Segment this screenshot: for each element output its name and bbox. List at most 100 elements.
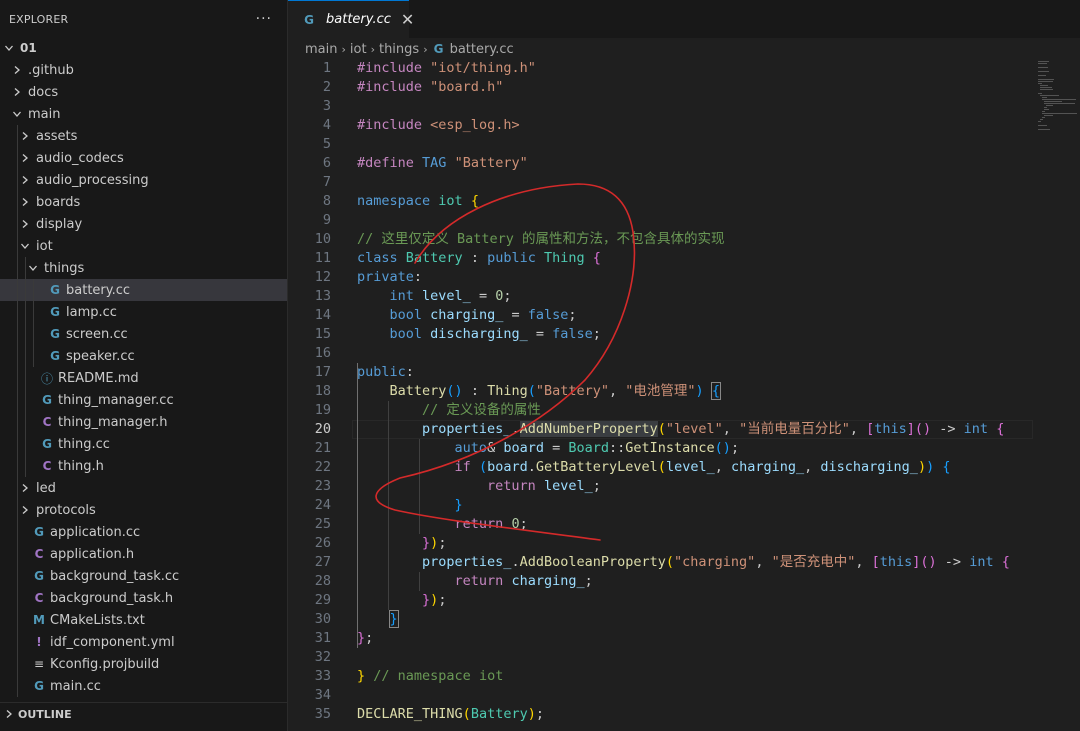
code-line[interactable]: 15 bool discharging_ = false;: [288, 325, 1030, 344]
file-item[interactable]: Capplication.h: [0, 543, 287, 565]
file-item[interactable]: Gmain.cc: [0, 675, 287, 697]
indent-guide: [25, 367, 26, 389]
code-line[interactable]: 20 properties_.AddNumberProperty("level"…: [288, 420, 1033, 439]
file-item[interactable]: Gscreen.cc: [0, 323, 287, 345]
indent-guide: [17, 411, 18, 433]
file-item[interactable]: Gspeaker.cc: [0, 345, 287, 367]
code-line[interactable]: 19 // 定义设备的属性: [288, 401, 1030, 420]
folder-item[interactable]: iot: [0, 235, 287, 257]
code-line[interactable]: 10 // 这里仅定义 Battery 的属性和方法，不包含具体的实现: [288, 230, 1030, 249]
code-text: });: [422, 592, 447, 608]
code-line[interactable]: 23 return level_;: [288, 477, 1030, 496]
folder-item[interactable]: assets: [0, 125, 287, 147]
breadcrumb-item[interactable]: iot: [350, 42, 367, 57]
minimap-line: [1044, 115, 1053, 116]
config-file-icon: ≡: [33, 657, 45, 671]
folder-item[interactable]: .github: [0, 59, 287, 81]
folder-item[interactable]: led: [0, 477, 287, 499]
breadcrumb-item[interactable]: main: [305, 42, 337, 57]
code-line[interactable]: 17 public:: [288, 363, 1030, 382]
indent-guide: [33, 279, 34, 301]
code-line[interactable]: 34: [288, 686, 1030, 705]
code-line[interactable]: 1 #include "iot/thing.h": [288, 59, 1030, 78]
tab-battery-cc[interactable]: G battery.cc ✕: [288, 0, 414, 38]
code-line[interactable]: 30 }: [288, 610, 1030, 629]
folder-item[interactable]: boards: [0, 191, 287, 213]
code-line[interactable]: 5: [288, 135, 1030, 154]
file-item[interactable]: Cbackground_task.h: [0, 587, 287, 609]
indent-guide: [17, 301, 18, 323]
more-actions-icon[interactable]: ···: [256, 11, 272, 27]
indent-guide: [25, 455, 26, 477]
code-line[interactable]: 29 });: [288, 591, 1030, 610]
code-text: DECLARE_THING(Battery);: [357, 706, 544, 722]
folder-item[interactable]: protocols: [0, 499, 287, 521]
file-item[interactable]: M CMakeLists.txt: [0, 609, 287, 631]
code-text: } // namespace iot: [357, 668, 504, 684]
code-line[interactable]: 16: [288, 344, 1030, 363]
minimap-line: [1038, 75, 1046, 76]
code-line[interactable]: 18 Battery() : Thing("Battery", "电池管理") …: [288, 382, 1030, 401]
code-line[interactable]: 21 auto& board = Board::GetInstance();: [288, 439, 1030, 458]
cpp-file-icon: G: [50, 327, 60, 341]
line-number: 17: [314, 364, 331, 380]
line-number: 29: [314, 592, 331, 608]
minimap[interactable]: [1034, 59, 1080, 731]
indent-guide: [17, 213, 18, 235]
tree-item-label: thing.h: [58, 458, 104, 474]
file-item[interactable]: Gthing_manager.cc: [0, 389, 287, 411]
line-number: 13: [314, 288, 331, 304]
code-line[interactable]: 31};: [288, 629, 1030, 648]
file-item[interactable]: Gbackground_task.cc: [0, 565, 287, 587]
code-line[interactable]: 25 return 0;: [288, 515, 1030, 534]
indent-guide: [25, 411, 26, 433]
folder-item[interactable]: audio_processing: [0, 169, 287, 191]
tree-item-label: application.cc: [50, 524, 141, 540]
code-line[interactable]: 8 namespace iot {: [288, 192, 1030, 211]
file-item[interactable]: Gbattery.cc: [0, 279, 287, 301]
code-editor[interactable]: 1 #include "iot/thing.h" 2 #include "board.…: [288, 59, 1080, 731]
file-item[interactable]: ! idf_component.yml: [0, 631, 287, 653]
indent-guide: [17, 587, 18, 609]
file-item[interactable]: Gthing.cc: [0, 433, 287, 455]
code-line[interactable]: 27 properties_.AddBooleanProperty("charg…: [288, 553, 1030, 572]
breadcrumb-item[interactable]: things: [379, 42, 419, 57]
folder-item[interactable]: docs: [0, 81, 287, 103]
cpp-file-icon: G: [433, 42, 444, 56]
code-line[interactable]: 11 class Battery : public Thing {: [288, 249, 1030, 268]
code-line[interactable]: 22 if (board.GetBatteryLevel(level_, cha…: [288, 458, 1030, 477]
file-item[interactable]: Gapplication.cc: [0, 521, 287, 543]
folder-item[interactable]: audio_codecs: [0, 147, 287, 169]
code-line[interactable]: 9: [288, 211, 1030, 230]
code-line[interactable]: 4 #include <esp_log.h>: [288, 116, 1030, 135]
code-line[interactable]: 35 DECLARE_THING(Battery);: [288, 705, 1030, 724]
code-line[interactable]: 26 });: [288, 534, 1030, 553]
code-line[interactable]: 2 #include "board.h": [288, 78, 1030, 97]
folder-item[interactable]: display: [0, 213, 287, 235]
minimap-line: [1042, 99, 1076, 100]
outline-section-header[interactable]: OUTLINE: [0, 702, 287, 725]
code-line[interactable]: 13 int level_ = 0;: [288, 287, 1030, 306]
folder-item[interactable]: 01: [0, 37, 287, 59]
file-item[interactable]: Cthing.h: [0, 455, 287, 477]
folder-item[interactable]: main: [0, 103, 287, 125]
code-line[interactable]: 28 return charging_;: [288, 572, 1030, 591]
file-item[interactable]: ≡ Kconfig.projbuild: [0, 653, 287, 675]
breadcrumb-item[interactable]: battery.cc: [450, 42, 514, 57]
code-line[interactable]: 6 #define TAG "Battery": [288, 154, 1030, 173]
file-item[interactable]: Cthing_manager.h: [0, 411, 287, 433]
code-line[interactable]: 33} // namespace iot: [288, 667, 1030, 686]
code-line[interactable]: 32: [288, 648, 1030, 667]
code-line[interactable]: 12 private:: [288, 268, 1030, 287]
folder-item[interactable]: things: [0, 257, 287, 279]
code-line[interactable]: 7: [288, 173, 1030, 192]
indent-guide: [17, 389, 18, 411]
yaml-file-icon: !: [36, 635, 42, 649]
file-item[interactable]: ⓘ README.md: [0, 367, 287, 389]
close-icon[interactable]: ✕: [401, 10, 414, 29]
code-line[interactable]: 24 }: [288, 496, 1030, 515]
file-item[interactable]: Glamp.cc: [0, 301, 287, 323]
line-number: 16: [314, 345, 331, 361]
code-line[interactable]: 14 bool charging_ = false;: [288, 306, 1030, 325]
code-line[interactable]: 3: [288, 97, 1030, 116]
